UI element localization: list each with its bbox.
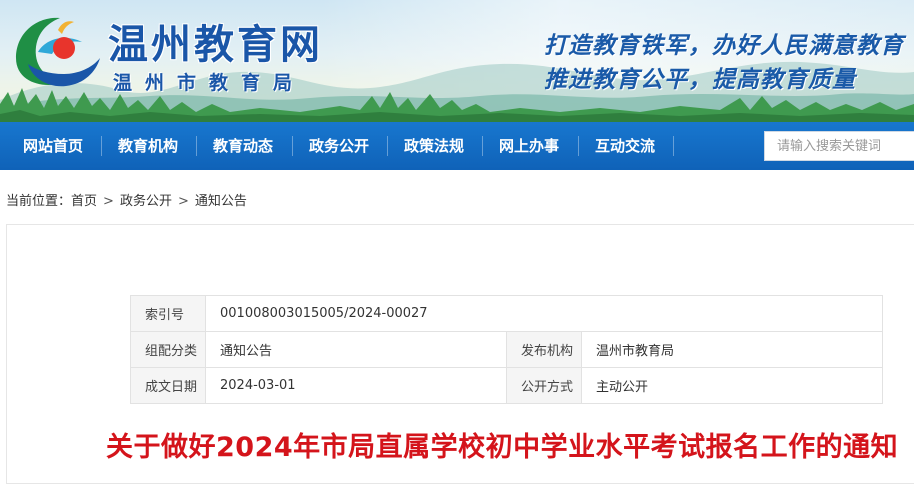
table-row: 成文日期 2024-03-01 公开方式 主动公开 xyxy=(130,367,883,404)
search-input[interactable] xyxy=(764,131,914,161)
table-row: 组配分类 通知公告 发布机构 温州市教育局 xyxy=(130,331,883,368)
breadcrumb-home-link[interactable]: 首页 xyxy=(71,190,97,209)
nav-item-government-affairs[interactable]: 政务公开 xyxy=(296,122,382,170)
nav-item-institutions[interactable]: 教育机构 xyxy=(105,122,191,170)
banner-slogan-1: 打造教育铁军，办好人民满意教育 xyxy=(544,32,904,59)
nav-item-online-services[interactable]: 网上办事 xyxy=(486,122,572,170)
nav-item-policies[interactable]: 政策法规 xyxy=(391,122,477,170)
nav-divider xyxy=(292,136,293,156)
breadcrumb-prefix: 当前位置： xyxy=(6,194,72,209)
breadcrumb-separator: > xyxy=(177,194,189,209)
wenzhou-education-logo-icon xyxy=(16,17,100,87)
table-row: 索引号 001008003015005/2024-00027 xyxy=(130,295,883,332)
nav-divider xyxy=(578,136,579,156)
nav-divider xyxy=(673,136,674,156)
site-subtitle: 温州市教育局 xyxy=(113,72,306,94)
publisher-value: 温州市教育局 xyxy=(581,331,883,368)
breadcrumb-separator: > xyxy=(103,194,114,209)
site-title: 温州教育网 xyxy=(108,21,323,68)
nav-divider xyxy=(196,136,197,156)
nav-item-home[interactable]: 网站首页 xyxy=(10,122,96,170)
nav-item-interaction[interactable]: 互动交流 xyxy=(582,122,668,170)
document-meta-table: 索引号 001008003015005/2024-00027 组配分类 通知公告… xyxy=(130,295,883,404)
site-banner: 温州教育网 温州市教育局 打造教育铁军，办好人民满意教育 推进教育公平，提高教育… xyxy=(0,0,914,122)
breadcrumb-notices-link[interactable]: 通知公告 xyxy=(195,190,247,209)
nav-divider xyxy=(101,136,102,156)
index-number-label: 索引号 xyxy=(130,295,206,332)
category-label: 组配分类 xyxy=(130,331,206,368)
date-value: 2024-03-01 xyxy=(205,367,507,404)
date-label: 成文日期 xyxy=(130,367,206,404)
article-title: 关于做好2024年市局直属学校初中学业水平考试报名工作的通知 xyxy=(106,432,899,463)
disclosure-label: 公开方式 xyxy=(506,367,582,404)
index-number-value: 001008003015005/2024-00027 xyxy=(205,295,883,332)
disclosure-value: 主动公开 xyxy=(581,367,883,404)
nav-divider xyxy=(482,136,483,156)
nav-divider xyxy=(387,136,388,156)
breadcrumb: 当前位置：首页 > 政务公开 > 通知公告 xyxy=(6,190,247,209)
breadcrumb-government-affairs-link[interactable]: 政务公开 xyxy=(120,190,172,209)
publisher-label: 发布机构 xyxy=(506,331,582,368)
category-value: 通知公告 xyxy=(205,331,507,368)
nav-item-news[interactable]: 教育动态 xyxy=(200,122,286,170)
banner-slogan-2: 推进教育公平，提高教育质量 xyxy=(544,66,856,93)
